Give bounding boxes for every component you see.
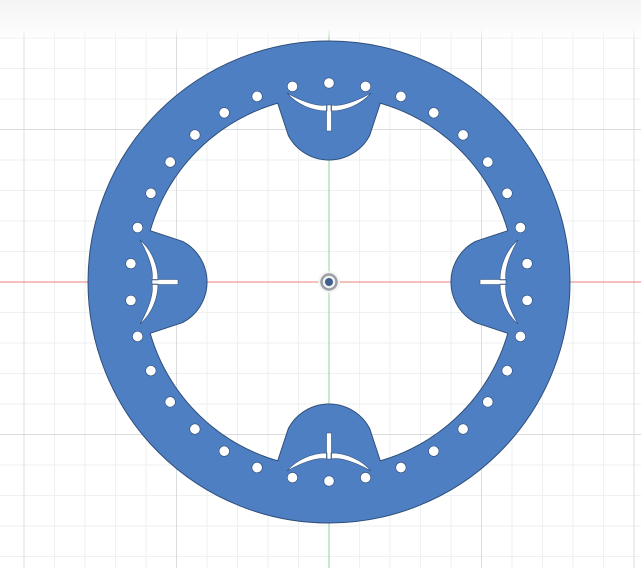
bolt-hole <box>323 475 335 487</box>
bolt-hole <box>125 258 137 270</box>
bolt-hole <box>360 80 372 92</box>
bolt-hole <box>145 187 157 199</box>
3d-viewport[interactable] <box>0 0 641 568</box>
bolt-hole <box>457 129 469 141</box>
origin-marker[interactable] <box>318 271 340 293</box>
bolt-hole <box>360 472 372 484</box>
bolt-hole <box>218 107 230 119</box>
bolt-hole <box>323 77 335 89</box>
bolt-hole <box>251 462 263 474</box>
bolt-hole <box>514 222 526 234</box>
bolt-hole <box>395 90 407 102</box>
bolt-hole <box>218 445 230 457</box>
bolt-hole <box>501 187 513 199</box>
bolt-hole <box>482 396 494 408</box>
bolt-hole <box>428 445 440 457</box>
bolt-hole <box>164 396 176 408</box>
top-toolbar <box>0 0 641 40</box>
scene-canvas[interactable] <box>0 0 641 568</box>
bolt-hole <box>501 365 513 377</box>
bolt-hole <box>521 258 533 270</box>
bolt-hole <box>457 423 469 435</box>
bolt-hole <box>514 330 526 342</box>
origin-dot <box>325 278 333 286</box>
bolt-hole <box>132 222 144 234</box>
bolt-hole <box>145 365 157 377</box>
bolt-hole <box>286 80 298 92</box>
bolt-hole <box>428 107 440 119</box>
bolt-hole <box>395 462 407 474</box>
bolt-hole <box>164 156 176 168</box>
bolt-hole <box>125 294 137 306</box>
bolt-hole <box>482 156 494 168</box>
bolt-hole <box>286 472 298 484</box>
bolt-hole <box>132 330 144 342</box>
bolt-hole <box>521 294 533 306</box>
bolt-hole <box>251 90 263 102</box>
bolt-hole <box>189 129 201 141</box>
bolt-hole <box>189 423 201 435</box>
